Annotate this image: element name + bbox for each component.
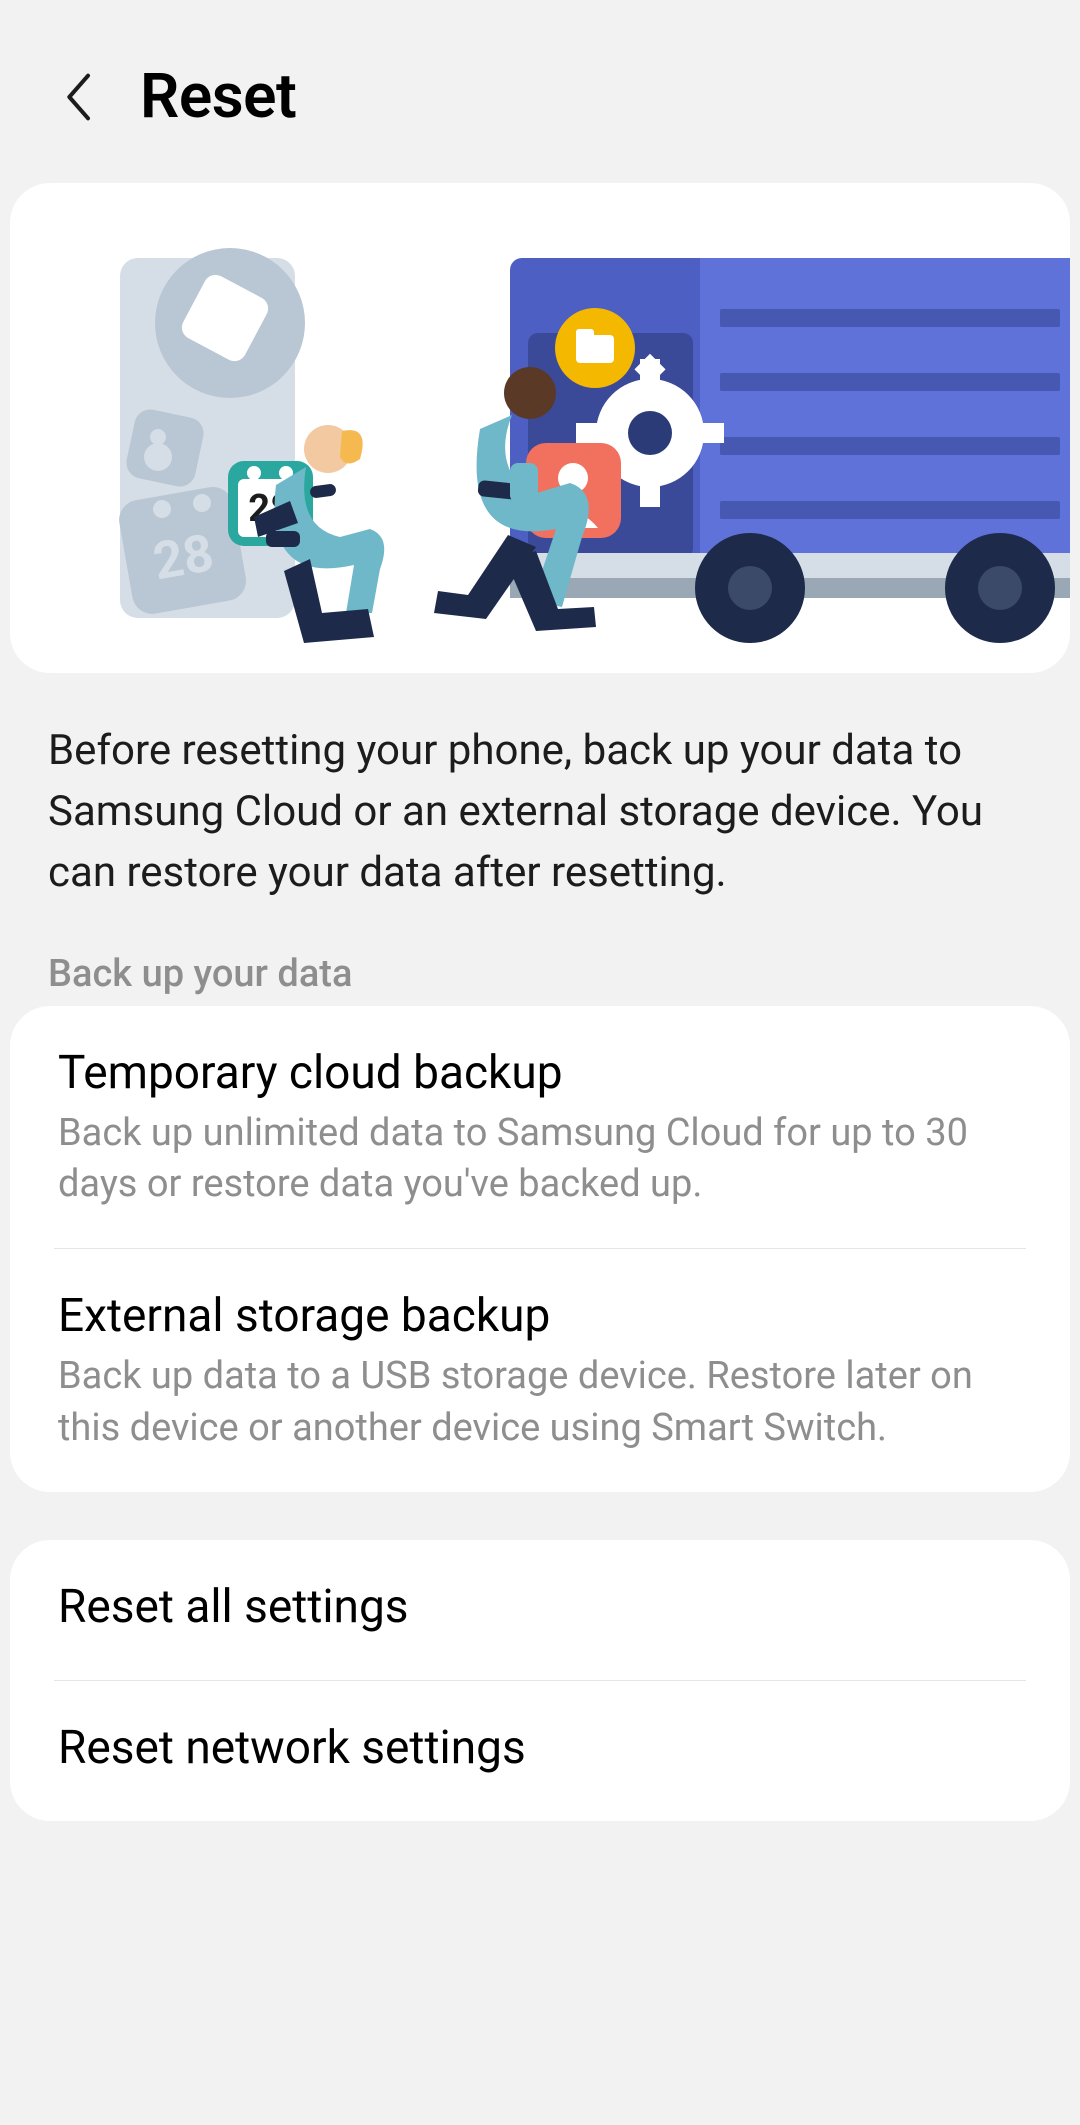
backup-options-card: Temporary cloud backup Back up unlimited… [10, 1006, 1070, 1492]
chevron-left-icon [62, 73, 98, 121]
option-reset-all-settings[interactable]: Reset all settings [10, 1540, 1070, 1680]
option-title: Reset network settings [58, 1721, 1022, 1775]
option-desc: Back up unlimited data to Samsung Cloud … [58, 1108, 1022, 1211]
backup-illustration: 28 [10, 183, 1070, 673]
intro-text: Before resetting your phone, back up you… [0, 673, 1080, 932]
option-external-storage-backup[interactable]: External storage backup Back up data to … [10, 1249, 1070, 1492]
illustration-card: 28 [10, 183, 1070, 673]
svg-text:28: 28 [149, 522, 218, 592]
back-button[interactable] [50, 67, 110, 127]
option-desc: Back up data to a USB storage device. Re… [58, 1351, 1022, 1454]
header: Reset [0, 0, 1080, 183]
option-temporary-cloud-backup[interactable]: Temporary cloud backup Back up unlimited… [10, 1006, 1070, 1249]
page-title: Reset [140, 60, 296, 133]
option-title: Reset all settings [58, 1580, 1022, 1634]
option-title: Temporary cloud backup [58, 1046, 1022, 1100]
option-reset-network-settings[interactable]: Reset network settings [10, 1681, 1070, 1821]
section-label-backup: Back up your data [0, 932, 1080, 1006]
reset-options-card: Reset all settings Reset network setting… [10, 1540, 1070, 1821]
option-title: External storage backup [58, 1289, 1022, 1343]
